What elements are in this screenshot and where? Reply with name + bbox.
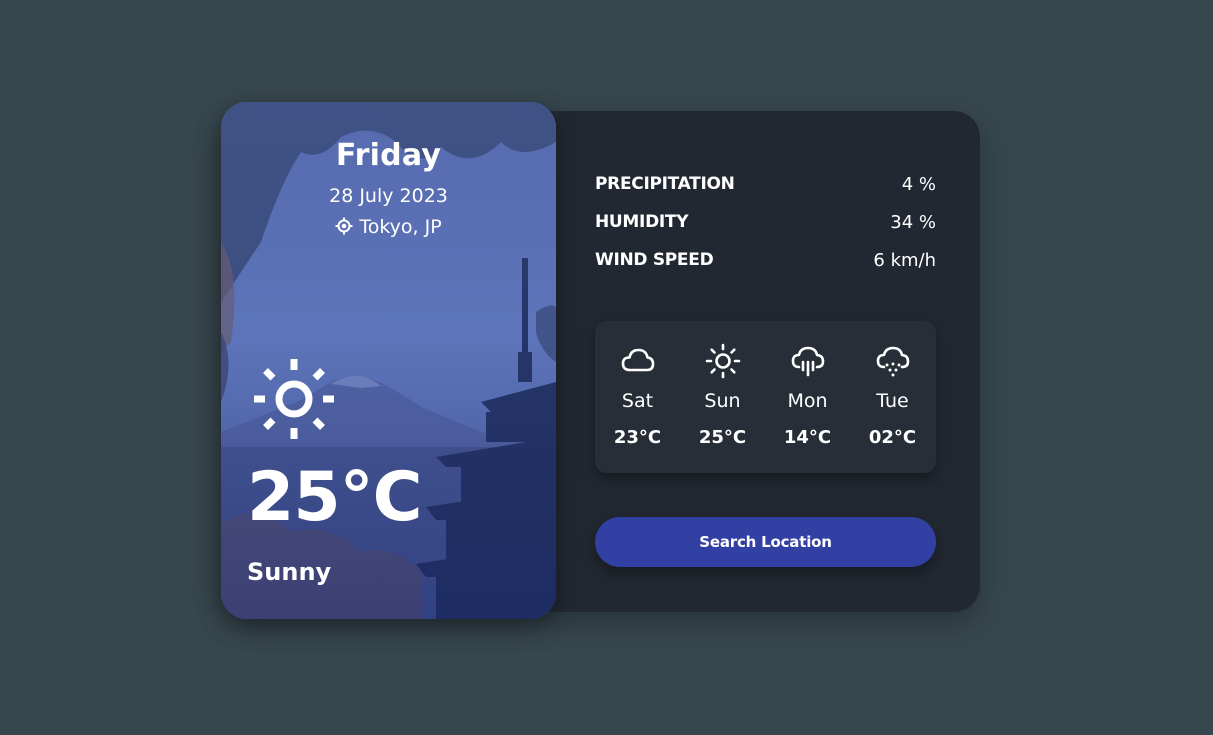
cloud-icon	[621, 348, 655, 372]
weather-stats: PRECIPITATION 4 % HUMIDITY 34 % WIND SPE…	[595, 174, 936, 288]
stat-label: WIND SPEED	[595, 250, 714, 270]
forecast-day-sat[interactable]: Sat 23°C	[595, 321, 680, 473]
current-location: Tokyo, JP	[221, 216, 556, 238]
stat-label: HUMIDITY	[595, 212, 689, 232]
cloud-rain-icon	[791, 346, 825, 377]
current-condition: Sunny	[247, 558, 332, 586]
sun-icon	[705, 343, 741, 379]
stat-value: 34 %	[890, 212, 936, 233]
stat-humidity: HUMIDITY 34 %	[595, 212, 936, 250]
stat-value: 4 %	[901, 174, 936, 195]
forecast-day-tue[interactable]: Tue 02°C	[850, 321, 935, 473]
weather-app: Friday 28 July 2023 Tokyo, JP 25°C Sunny…	[221, 102, 981, 620]
location-crosshair-icon	[335, 217, 353, 235]
stat-label: PRECIPITATION	[595, 174, 735, 194]
forecast-day-label: Tue	[876, 390, 909, 412]
search-location-button[interactable]: Search Location	[595, 517, 936, 567]
current-date: 28 July 2023	[329, 185, 448, 207]
stat-wind-speed: WIND SPEED 6 km/h	[595, 250, 936, 288]
forecast-panel: Sat 23°C Sun 25°C Mon 14°C Tue 02°C	[595, 321, 936, 473]
forecast-day-sun[interactable]: Sun 25°C	[680, 321, 765, 473]
forecast-temp: 25°C	[698, 427, 747, 448]
location-label: Tokyo, JP	[359, 216, 442, 238]
forecast-day-label: Sat	[621, 390, 654, 412]
forecast-temp: 02°C	[868, 427, 917, 448]
forecast-day-label: Sun	[704, 390, 741, 412]
sun-icon	[254, 359, 334, 439]
stat-precipitation: PRECIPITATION 4 %	[595, 174, 936, 212]
forecast-day-label: Mon	[787, 390, 828, 412]
forecast-day-mon[interactable]: Mon 14°C	[765, 321, 850, 473]
cloud-snow-icon	[876, 346, 910, 377]
stat-value: 6 km/h	[873, 250, 936, 271]
current-weather-card: Friday 28 July 2023 Tokyo, JP 25°C Sunny	[221, 102, 556, 619]
forecast-temp: 23°C	[613, 427, 662, 448]
forecast-temp: 14°C	[783, 427, 832, 448]
current-temperature: 25°C	[247, 458, 423, 537]
current-day: Friday	[335, 138, 442, 173]
